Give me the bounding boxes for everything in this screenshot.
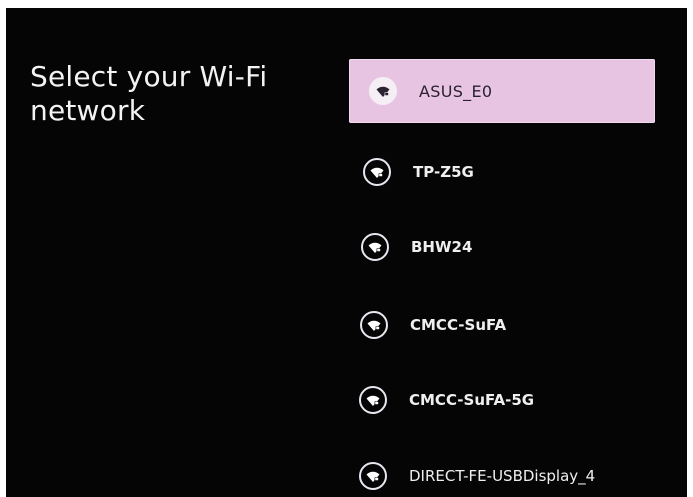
network-name: DIRECT-FE-USBDisplay_4 (409, 467, 596, 485)
wifi-lock-icon (363, 158, 391, 186)
network-item-direct-fe-usbdisplay-4[interactable]: DIRECT-FE-USBDisplay_4 (359, 444, 679, 497)
wifi-lock-icon (369, 77, 397, 105)
network-item-bhw24[interactable]: BHW24 (359, 215, 659, 279)
wifi-lock-icon (359, 386, 387, 414)
network-list: ASUS_E0 TP-Z5G BHW24 CMCC-SuFA CMCC-SuFA (6, 8, 687, 497)
network-name: CMCC-SuFA (410, 316, 507, 334)
network-item-cmcc-sufa[interactable]: CMCC-SuFA (359, 293, 659, 357)
wifi-lock-icon (360, 311, 388, 339)
network-name: CMCC-SuFA-5G (409, 391, 535, 409)
wifi-lock-icon (361, 233, 389, 261)
network-item-cmcc-sufa-5g[interactable]: CMCC-SuFA-5G (359, 368, 659, 432)
network-name: BHW24 (411, 238, 473, 256)
network-item-asus-e0[interactable]: ASUS_E0 (349, 59, 655, 123)
network-name: ASUS_E0 (419, 81, 493, 101)
network-name: TP-Z5G (413, 163, 474, 181)
wifi-lock-icon (359, 462, 387, 490)
tv-screen: Select your Wi-Fi network ASUS_E0 TP-Z5G… (6, 8, 687, 497)
network-item-tp-z5g[interactable]: TP-Z5G (359, 140, 659, 204)
